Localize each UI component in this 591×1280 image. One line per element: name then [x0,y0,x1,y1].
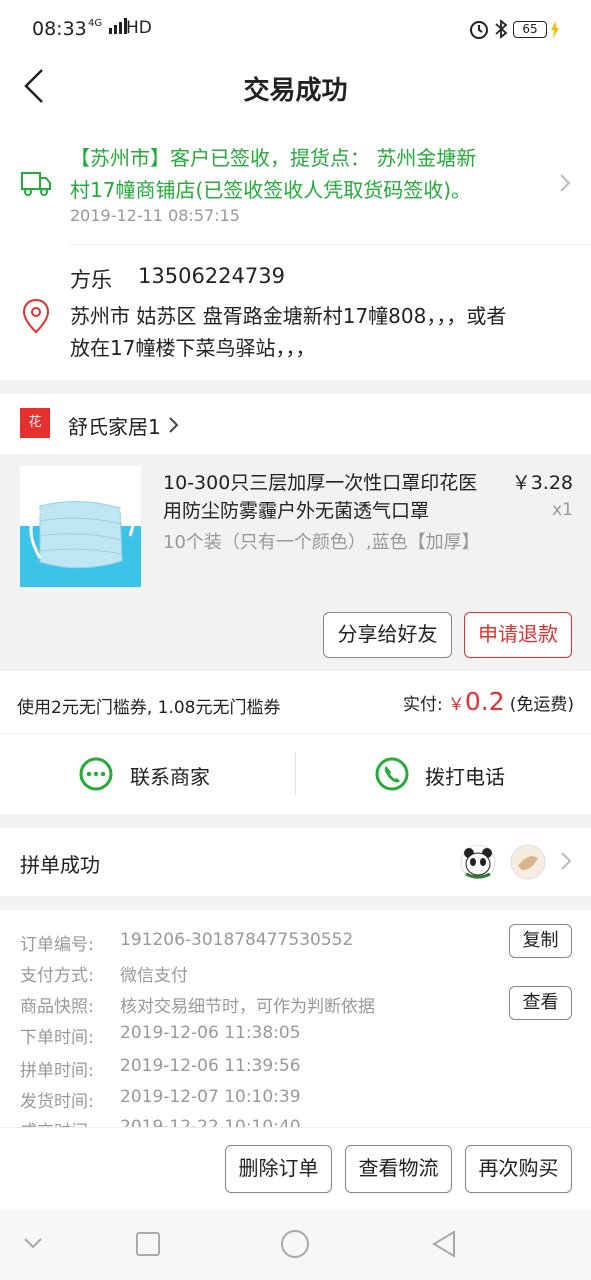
order-info-label: 拼单时间: [20,1061,94,1081]
payment-row: 使用2元无门槛券, 1.08元无门槛券 实付: ￥0.2 (免运费) [0,671,591,733]
network-type: 4G [88,18,103,29]
contact-row: 联系商家 拨打电话 [0,734,591,814]
home-icon[interactable] [280,1229,310,1259]
group-buy-row[interactable]: 拼单成功 [0,828,591,896]
bottom-action-bar: 删除订单 查看物流 再次购买 [0,1127,591,1209]
shop-name: 舒氏家居1 [68,415,161,439]
order-info-label: 订单编号: [20,935,94,955]
snapshot-description: 核对交易细节时，可作为判断依据 [120,997,375,1017]
currency-symbol: ￥ [447,695,465,715]
paid-label: 实付: [403,695,443,715]
section-gap [0,380,591,394]
avatar [460,844,496,880]
view-logistics-button[interactable]: 查看物流 [345,1145,452,1193]
coupon-text: 使用2元无门槛券, 1.08元无门槛券 [17,698,281,718]
order-info-label: 商品快照: [20,997,94,1017]
status-bar: 08:33 4G HD 65 [0,0,591,60]
back-icon[interactable] [430,1229,458,1259]
deal-time: 2019-12-22 10:10:40 [120,1117,301,1127]
signal-indicator: 4G [88,18,131,34]
chevron-right-icon [561,852,572,870]
mask-image [20,466,141,587]
order-info-section: 订单编号: 191206-301878477530552 复制 支付方式: 微信… [0,910,591,1127]
logistics-section[interactable]: 【苏州市】客户已签收，提货点： 苏州金塘新 村17幢商铺店(已签收签收人凭取货码… [0,130,591,242]
order-info-label: 下单时间: [20,1028,94,1048]
address-line1: 苏州市 姑苏区 盘胥路金塘新村17幢808，，，或者 [70,304,507,328]
location-pin-icon [22,298,50,334]
logistics-status-line1: 【苏州市】客户已签收，提货点： 苏州金塘新 [70,146,477,170]
charging-icon [551,21,559,38]
refund-button[interactable]: 申请退款 [464,612,572,658]
ship-time: 2019-12-07 10:10:39 [120,1087,301,1107]
recipient-name: 方乐 [70,268,112,292]
contact-merchant-label: 联系商家 [130,765,210,789]
view-snapshot-button[interactable]: 查看 [509,986,572,1020]
nav-header: 交易成功 [0,60,591,112]
order-info-label: 发货时间: [20,1092,94,1112]
rebuy-button[interactable]: 再次购买 [465,1145,572,1193]
payment-method: 微信支付 [120,966,188,986]
order-action-bar: 分享给好友 申请退款 [0,599,591,671]
call-button[interactable]: 拨打电话 [296,734,591,814]
recent-apps-icon[interactable] [135,1231,161,1257]
address-section: 方乐 13506224739 苏州市 姑苏区 盘胥路金塘新村17幢808，，，或… [0,246,591,380]
truck-icon [21,172,51,196]
product-quantity: x1 [552,500,573,520]
group-time: 2019-12-06 11:39:56 [120,1056,301,1076]
page-title: 交易成功 [243,76,348,106]
paid-amount-group: 实付: ￥0.2 (免运费) [403,687,574,716]
logistics-status-line2: 村17幢商铺店(已签收签收人凭取货码签收)。 [70,178,472,202]
contact-merchant-button[interactable]: 联系商家 [0,734,295,814]
product-price: ￥3.28 [511,472,573,494]
shipping-note: (免运费) [509,695,574,715]
product-thumbnail [20,466,141,587]
group-buy-label: 拼单成功 [20,853,100,877]
chat-icon [79,757,113,791]
share-button[interactable]: 分享给好友 [323,612,452,658]
order-info-label: 支付方式: [20,966,94,986]
product-title-line1: 10-300只三层加厚一次性口罩印花医 [163,472,478,494]
order-time: 2019-12-06 11:38:05 [120,1023,301,1043]
section-gap [0,896,591,910]
hd-indicator: HD [126,18,152,38]
product-card[interactable]: 10-300只三层加厚一次性口罩印花医 用防尘防雾霾户外无菌透气口罩 10个装（… [0,454,591,599]
address-line2: 放在17幢楼下菜鸟驿站，，， [70,336,316,360]
paid-amount: 0.2 [464,687,505,716]
call-label: 拨打电话 [425,765,505,789]
bluetooth-icon [495,19,508,39]
delete-order-button[interactable]: 删除订单 [225,1145,332,1193]
avatar [510,844,546,880]
clock: 08:33 [32,18,87,40]
shop-logo: 花 [20,408,50,438]
copy-button[interactable]: 复制 [509,924,572,958]
battery-indicator: 65 [513,21,547,38]
shop-row[interactable]: 花 舒氏家居1 [0,394,591,454]
chevron-right-icon [169,417,179,433]
divider [70,244,591,245]
recipient-phone: 13506224739 [138,264,285,288]
system-nav-bar [0,1209,591,1280]
chevron-right-icon [560,174,571,192]
logistics-time: 2019-12-11 08:57:15 [70,206,240,225]
product-title-line2: 用防尘防雾霾户外无菌透气口罩 [163,500,430,522]
order-info-label: 成交时间: [20,1117,94,1127]
alarm-icon [470,21,488,39]
phone-icon [375,757,409,791]
nav-collapse-icon[interactable] [22,1235,44,1251]
section-gap [0,814,591,828]
order-number: 191206-301878477530552 [120,930,354,950]
product-spec: 10个装（只有一个颜色）,蓝色【加厚】 [163,532,480,553]
